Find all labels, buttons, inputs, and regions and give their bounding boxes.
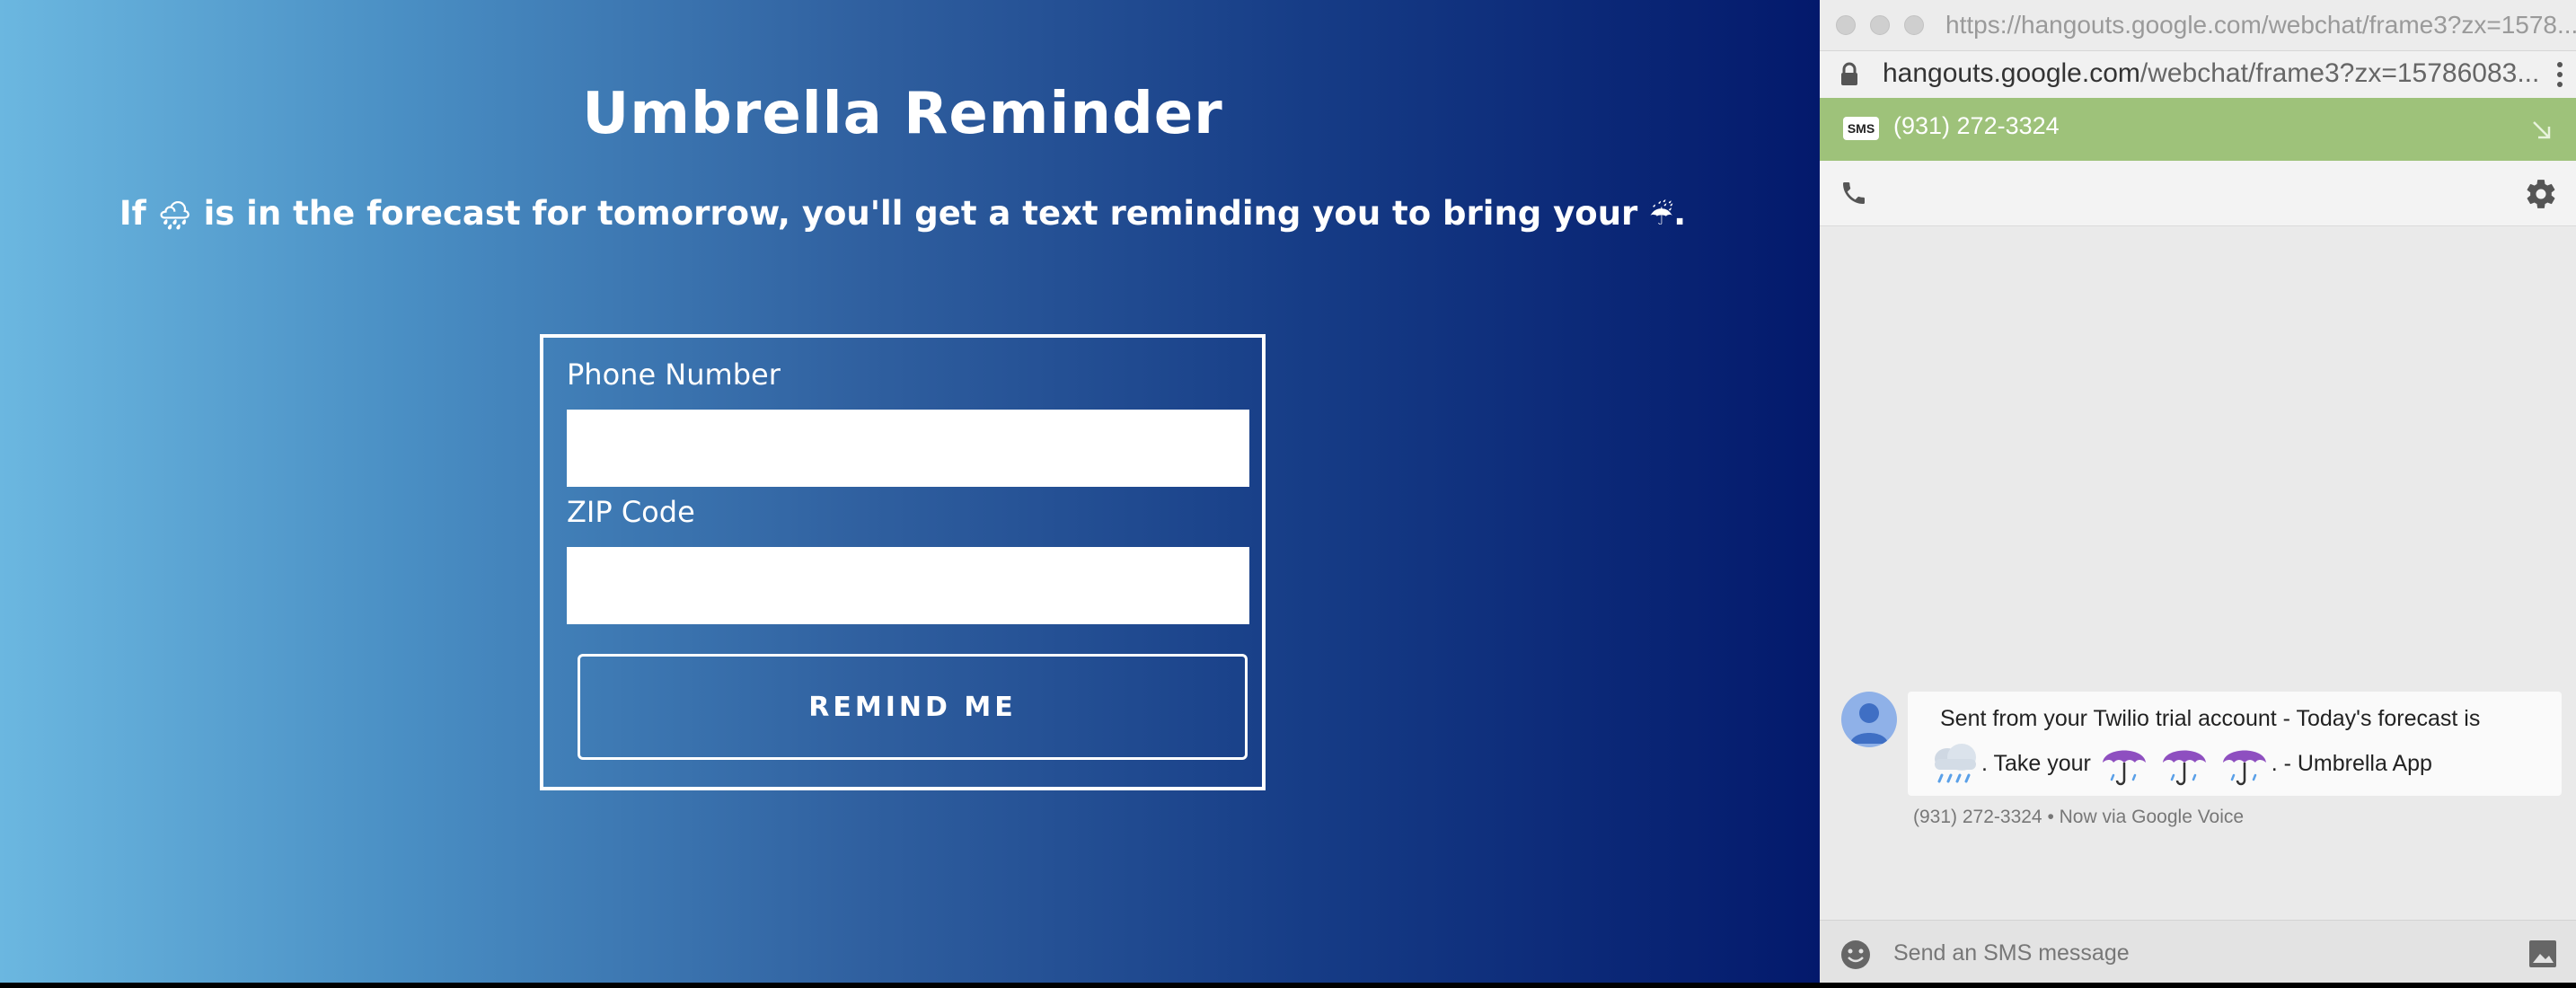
more-options-icon[interactable] <box>2551 58 2569 91</box>
titlebar-url: https://hangouts.google.com/webchat/fram… <box>1945 11 2576 39</box>
umbrella-reminder-page: Umbrella Reminder If 🌧 is in the forecas… <box>0 0 1820 983</box>
chat-messages-area: Sent from your Twilio trial account - To… <box>1820 226 2576 920</box>
image-attach-icon[interactable] <box>2527 939 2558 969</box>
bottom-edge <box>0 983 2576 988</box>
rain-cloud-icon <box>1935 744 1976 783</box>
compose-bar <box>1820 920 2576 983</box>
conversation-header: SMS (931) 272-3324 <box>1820 98 2576 161</box>
message-bubble: Sent from your Twilio trial account - To… <box>1908 692 2562 796</box>
message-signature-text: . - Umbrella App <box>2271 751 2432 776</box>
hangouts-popup-window: https://hangouts.google.com/webchat/fram… <box>1820 0 2576 983</box>
subtitle-text-after: . <box>1673 194 1687 233</box>
remind-me-button[interactable]: REMIND ME <box>578 654 1248 760</box>
phone-number-label: Phone Number <box>567 357 781 392</box>
minimize-arrow-icon[interactable] <box>2529 118 2554 143</box>
rain-cloud-icon: 🌧 <box>157 200 192 232</box>
gear-icon[interactable] <box>2524 177 2558 211</box>
window-titlebar: https://hangouts.google.com/webchat/fram… <box>1820 0 2576 51</box>
page-subtitle: If 🌧 is in the forecast for tomorrow, yo… <box>0 194 1805 233</box>
lock-icon <box>1841 62 1857 85</box>
zip-code-input[interactable] <box>567 547 1249 624</box>
message-meta: (931) 272-3324 • Now via Google Voice <box>1913 807 2245 827</box>
page-title: Umbrella Reminder <box>582 81 1223 147</box>
minimize-window-button[interactable] <box>1870 15 1890 35</box>
sms-message-input[interactable] <box>1892 930 2506 976</box>
contact-phone-number: (931) 272-3324 <box>1893 112 2060 139</box>
address-bar[interactable]: hangouts.google.com/webchat/frame3?zx=15… <box>1820 51 2576 98</box>
conversation-toolbar <box>1820 161 2576 226</box>
umbrella-icon <box>2162 750 2206 786</box>
phone-call-icon[interactable] <box>1839 179 1868 207</box>
address-url: hangouts.google.com/webchat/frame3?zx=15… <box>1883 58 2539 89</box>
sms-badge: SMS <box>1843 117 1879 140</box>
address-path: /webchat/frame3?zx=15786083... <box>2139 58 2540 88</box>
default-person-icon <box>1850 703 1888 744</box>
avatar <box>1841 692 1897 747</box>
maximize-window-button[interactable] <box>1904 15 1924 35</box>
phone-number-input[interactable] <box>567 410 1249 487</box>
subtitle-text-before: If <box>119 194 158 233</box>
umbrella-icon <box>2102 750 2146 786</box>
message-text-line1: Sent from your Twilio trial account - To… <box>1940 706 2481 731</box>
umbrella-rain-icon: ☔ <box>1649 200 1674 232</box>
close-window-button[interactable] <box>1836 15 1856 35</box>
emoji-icon[interactable] <box>1839 939 1872 971</box>
subtitle-text-middle: is in the forecast for tomorrow, you'll … <box>191 194 1650 233</box>
address-domain: hangouts.google.com <box>1883 58 2140 88</box>
umbrella-icon <box>2222 750 2266 786</box>
reminder-form: Phone Number ZIP Code REMIND ME <box>540 334 1266 790</box>
message-text-line2: . Take your . - Umbrella App <box>1928 738 2432 792</box>
zip-code-label: ZIP Code <box>567 495 695 529</box>
message-take-text: . Take your <box>1981 751 2091 776</box>
